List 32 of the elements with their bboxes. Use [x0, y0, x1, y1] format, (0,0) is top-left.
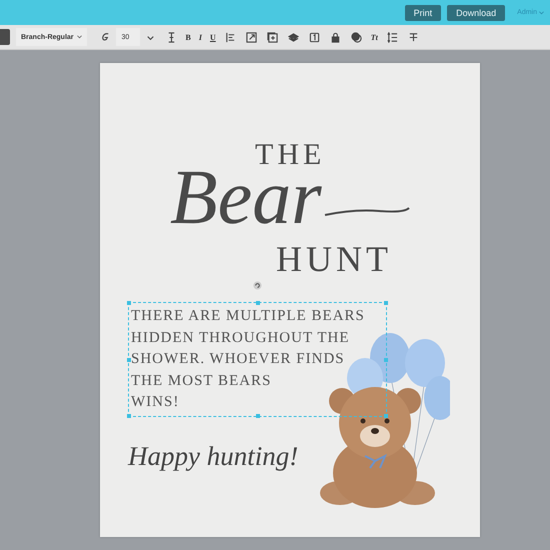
chevron-down-icon [76, 35, 82, 39]
number-box-icon[interactable] [308, 32, 320, 42]
format-button[interactable]: U [206, 32, 220, 42]
lock-icon[interactable] [330, 32, 341, 42]
clear-format-icon[interactable] [408, 32, 419, 42]
resize-handle[interactable] [127, 358, 131, 362]
resize-handle[interactable] [384, 301, 388, 305]
header-button[interactable]: Print [404, 4, 442, 20]
text-case-button[interactable]: Tt [366, 32, 382, 42]
resize-icon[interactable] [246, 32, 257, 42]
resize-handle[interactable] [384, 358, 388, 362]
resize-handle[interactable] [256, 301, 260, 305]
script-g-icon[interactable] [100, 32, 111, 42]
selection-frame[interactable]: THERE ARE MULTIPLE BEARS HIDDEN THROUGHOUT THE SHOWER. WHOEVER FINDS THE MOST BEARS WINS! [128, 302, 387, 417]
instructions-paragraph: THERE ARE MULTIPLE BEARS HIDDEN THROUGHOUT THE SHOWER. WHOEVER FINDS THE MOST BEARS WINS! [131, 307, 365, 412]
resize-handle[interactable] [256, 414, 260, 418]
format-button[interactable]: B [182, 32, 195, 42]
circles-icon[interactable] [350, 32, 362, 42]
resize-handle[interactable] [127, 301, 131, 305]
add-box-icon[interactable] [266, 32, 278, 42]
chevron-down-icon [539, 10, 544, 14]
layers-icon[interactable] [288, 32, 299, 42]
resize-handle[interactable] [384, 414, 388, 418]
closing-text: Happy hunting! [128, 441, 298, 472]
title-text: HUNT [276, 238, 392, 280]
format-button[interactable]: I [194, 32, 206, 42]
line-spacing-icon[interactable] [386, 32, 398, 42]
header-button[interactable]: Download [447, 4, 506, 20]
color-swatch[interactable] [0, 29, 10, 45]
align-left-icon[interactable] [224, 32, 236, 42]
rotate-icon[interactable] [253, 281, 262, 290]
resize-handle[interactable] [127, 414, 131, 418]
